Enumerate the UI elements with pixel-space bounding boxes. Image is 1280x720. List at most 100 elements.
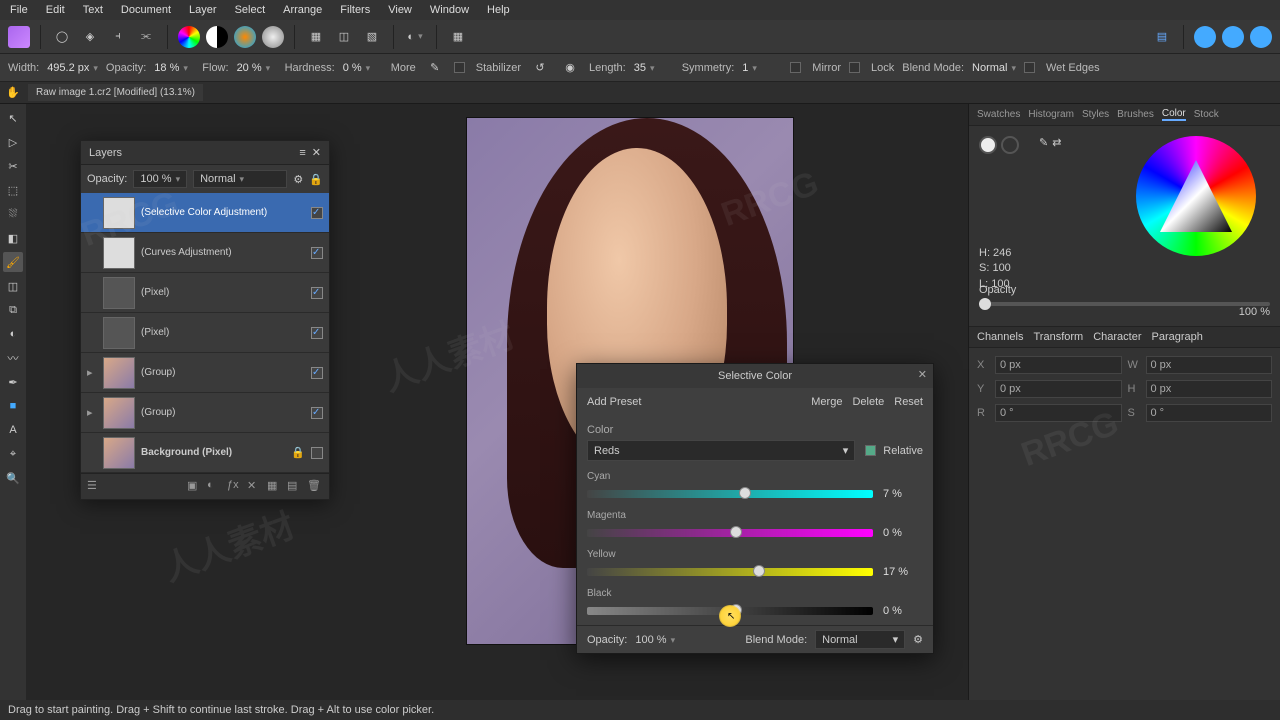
menu-view[interactable]: View [388,4,412,16]
expand-icon[interactable]: ▸ [87,406,97,419]
blend-mode-field[interactable]: Normal [972,62,1016,74]
share-icon[interactable]: ⫘ [135,26,157,48]
selection-brush-icon[interactable]: ⬚ [3,180,23,200]
clone-tool-icon[interactable]: ⧉ [3,300,23,320]
dialog-close-icon[interactable]: ✕ [918,368,927,381]
cyan-value[interactable]: 7 % [883,488,923,500]
layer-row[interactable]: (Curves Adjustment) [81,233,329,273]
merge-button[interactable]: Merge [811,396,842,408]
flood-tool-icon[interactable]: ⛆ [3,204,23,224]
layer-lock-icon[interactable]: 🔒 [309,173,323,186]
layer-stack-icon[interactable]: ☰ [87,479,103,495]
node-tool-icon[interactable]: ▷ [3,132,23,152]
menu-file[interactable]: File [10,4,28,16]
persona2-icon[interactable] [1222,26,1244,48]
crop2-icon[interactable]: ◫ [333,26,355,48]
move-tool-icon[interactable]: ↖ [3,108,23,128]
symmetry-field[interactable]: 1 [742,62,782,74]
persona1-icon[interactable] [1194,26,1216,48]
gear-icon[interactable]: ⚙ [913,633,923,646]
paint-brush-icon[interactable]: 🖌 [3,252,23,272]
smudge-tool-icon[interactable]: 〰 [3,348,23,368]
menu-window[interactable]: Window [430,4,469,16]
zoom-tool-icon[interactable]: 🔍 [3,468,23,488]
expand-icon[interactable]: ▸ [87,366,97,379]
layer-opacity-field[interactable]: 100 % [133,170,187,188]
swap-icon[interactable]: ⇄ [1052,136,1061,154]
layer-cog-icon[interactable]: ⚙ [293,173,303,186]
panel-menu-icon[interactable]: ≡ [299,147,305,159]
window-icon[interactable]: ◉ [559,57,581,79]
menu-select[interactable]: Select [235,4,266,16]
transform-s[interactable]: 0 ° [1146,404,1273,422]
tab-character[interactable]: Character [1093,331,1141,343]
reset-button[interactable]: Reset [894,396,923,408]
foreground-swatch[interactable] [979,136,997,154]
tab-paragraph[interactable]: Paragraph [1152,331,1203,343]
transform-h[interactable]: 0 px [1146,380,1273,398]
menubar[interactable]: File Edit Text Document Layer Select Arr… [0,0,1280,20]
more-button[interactable]: More [391,62,416,74]
magenta-value[interactable]: 0 % [883,527,923,539]
yellow-value[interactable]: 17 % [883,566,923,578]
visibility-checkbox[interactable] [311,287,323,299]
tab-stock[interactable]: Stock [1194,109,1219,120]
align-icon[interactable]: ▤ [1151,26,1173,48]
stabilizer-checkbox[interactable] [454,62,465,73]
mask-icon[interactable]: ▣ [187,479,203,495]
contrast-icon[interactable] [206,26,228,48]
autosel-icon[interactable]: ▧ [361,26,383,48]
transform-y[interactable]: 0 px [995,380,1122,398]
lock-checkbox[interactable] [849,62,860,73]
eyedropper-icon[interactable]: ✎ [1039,136,1048,154]
cyan-slider[interactable] [587,490,873,498]
opacity-field[interactable]: 18 % [154,62,194,74]
tab-color[interactable]: Color [1162,108,1186,121]
cube-icon[interactable]: ◈ [79,26,101,48]
wet-edges-checkbox[interactable] [1024,62,1035,73]
panel-close-icon[interactable]: ✕ [312,146,321,159]
picker-tool-icon[interactable]: ⌖ [3,444,23,464]
delete-button[interactable]: Delete [852,396,884,408]
menu-help[interactable]: Help [487,4,510,16]
visibility-checkbox[interactable] [311,367,323,379]
tab-brushes[interactable]: Brushes [1117,109,1154,120]
dodge-tool-icon[interactable]: ◐ [3,324,23,344]
pressure-icon[interactable]: ✎ [424,57,446,79]
rope-icon[interactable]: ↺ [529,57,551,79]
erase-tool-icon[interactable]: ◫ [3,276,23,296]
hand-tool-icon[interactable]: ✋ [6,86,20,99]
dialog-blend-field[interactable]: Normal▾ [815,630,905,649]
fx-icon[interactable]: ƒx [227,479,243,495]
grid-icon[interactable]: ▦ [447,26,469,48]
visibility-checkbox[interactable] [311,207,323,219]
adjustment-icon[interactable]: ◐ [207,479,223,495]
pen-tool-icon[interactable]: ✒ [3,372,23,392]
persona3-icon[interactable] [1250,26,1272,48]
tab-styles[interactable]: Styles [1082,109,1109,120]
visibility-checkbox[interactable] [311,407,323,419]
menu-arrange[interactable]: Arrange [283,4,322,16]
transform-w[interactable]: 0 px [1146,356,1273,374]
black-value[interactable]: 0 % [883,605,923,617]
color-wheel-icon[interactable] [178,26,200,48]
palette-icon[interactable] [234,26,256,48]
tab-channels[interactable]: Channels [977,331,1023,343]
marquee-icon[interactable]: ▦ [305,26,327,48]
shape-tool-icon[interactable]: ■ [3,396,23,416]
length-field[interactable]: 35 [634,62,674,74]
add-layer-icon[interactable]: ▤ [287,479,303,495]
layer-row[interactable]: ▸(Group) [81,353,329,393]
black-slider[interactable] [587,607,873,615]
menu-filters[interactable]: Filters [340,4,370,16]
layer-blend-field[interactable]: Normal [193,170,287,188]
tab-swatches[interactable]: Swatches [977,109,1020,120]
layer-row[interactable]: (Selective Color Adjustment) [81,193,329,233]
relative-checkbox[interactable] [865,445,876,456]
sphere-icon[interactable] [262,26,284,48]
add-preset-button[interactable]: Add Preset [587,396,641,408]
menu-layer[interactable]: Layer [189,4,217,16]
crop-layer-icon[interactable]: ✕ [247,479,263,495]
layer-row[interactable]: (Pixel) [81,273,329,313]
wave-icon[interactable]: ⫞ [107,26,129,48]
